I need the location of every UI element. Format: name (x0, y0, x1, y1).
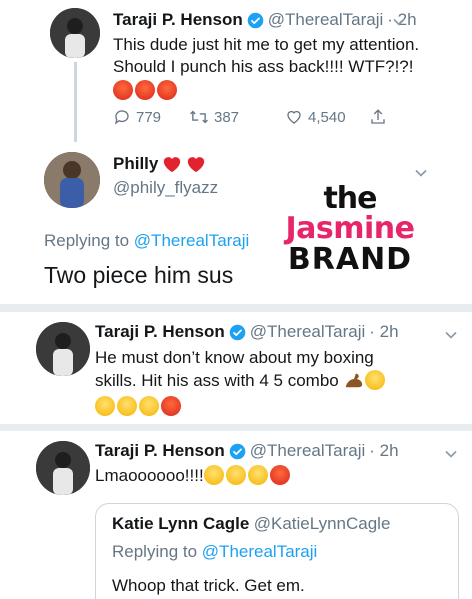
chevron-down-icon[interactable] (444, 447, 458, 461)
like-button[interactable]: 4,540 (285, 108, 369, 126)
reply-icon (114, 110, 129, 125)
tweet-text-line: skills. Hit his ass with 4 5 combo (95, 371, 339, 390)
retweet-count: 387 (214, 108, 240, 126)
chevron-down-icon[interactable] (444, 328, 458, 342)
quoted-author-handle: @KatieLynnCagle (253, 514, 391, 533)
watermark-logo: the Jasmine BRAND (270, 181, 430, 277)
verified-badge-icon (229, 443, 246, 459)
retweet-icon (190, 110, 208, 124)
laughing-tears-emoji (225, 465, 246, 485)
author-name[interactable]: Philly (113, 154, 158, 174)
red-heart-emoji (188, 157, 205, 173)
retweet-button[interactable]: 387 (189, 108, 285, 126)
flexed-biceps-emoji (346, 373, 363, 388)
chevron-down-icon[interactable] (414, 166, 428, 180)
avatar[interactable] (44, 152, 100, 208)
tweet-time[interactable]: · 2h (369, 441, 398, 461)
tweet-text-line: This dude just hit me to get my attentio… (113, 35, 420, 54)
tweet-text-line: Should I punch his ass back!!!! WTF?!?! (113, 57, 414, 76)
tweet-4[interactable]: Taraji P. Henson @TherealTaraji · 2h Lma… (0, 431, 472, 599)
verified-badge-icon (229, 324, 246, 340)
avatar[interactable] (50, 8, 100, 58)
quoted-tweet[interactable]: Katie Lynn Cagle @KatieLynnCagle Replyin… (95, 503, 459, 599)
reply-count: 779 (136, 108, 162, 126)
weary-face-emoji (365, 370, 386, 390)
author-handle[interactable]: @TherealTaraji (250, 322, 366, 342)
like-count: 4,540 (308, 108, 346, 126)
avatar[interactable] (36, 322, 90, 376)
replying-to-label: Replying to (112, 542, 198, 561)
angry-face-emoji (135, 80, 155, 100)
thread-line (74, 62, 77, 142)
author-handle[interactable]: @TherealTaraji (250, 441, 366, 461)
laughing-tears-emoji (247, 465, 268, 485)
author-handle[interactable]: @phily_flyazz (113, 178, 218, 198)
angry-face-emoji (161, 396, 181, 416)
tweet-text: Lmaoooooo!!!! (95, 466, 204, 485)
divider (0, 304, 472, 312)
avatar[interactable] (36, 441, 90, 495)
replying-to-mention[interactable]: @TherealTaraji (134, 231, 250, 250)
author-handle[interactable]: @TherealTaraji (268, 10, 384, 30)
author-name[interactable]: Taraji P. Henson (95, 441, 225, 461)
laughing-tears-emoji (139, 396, 159, 416)
red-heart-emoji (164, 157, 181, 173)
watermark-line: Jasmine (285, 211, 415, 246)
chevron-down-icon[interactable] (392, 15, 406, 29)
quoted-tweet-text: Whoop that trick. Get em. (112, 576, 305, 595)
tweet-text: Two piece him sus (44, 262, 234, 288)
share-button[interactable] (369, 108, 387, 126)
heart-icon (287, 110, 301, 124)
angry-face-emoji (157, 80, 177, 100)
angry-face-emoji (113, 80, 133, 100)
laughing-tears-emoji (95, 396, 115, 416)
divider (0, 424, 472, 431)
author-name[interactable]: Taraji P. Henson (113, 10, 243, 30)
laughing-tears-emoji (117, 396, 137, 416)
replying-to-mention[interactable]: @TherealTaraji (202, 542, 318, 561)
tweet-1[interactable]: Taraji P. Henson @TherealTaraji · 2h Thi… (0, 0, 472, 142)
verified-badge-icon (247, 12, 264, 28)
tweet-time[interactable]: · 2h (369, 322, 398, 342)
share-icon (371, 109, 385, 124)
laughing-tears-emoji (203, 465, 224, 485)
quoted-author-name: Katie Lynn Cagle (112, 514, 250, 533)
watermark-line: BRAND (287, 242, 413, 277)
tweet-3[interactable]: Taraji P. Henson @TherealTaraji · 2h He … (0, 312, 472, 424)
watermark-line: the (323, 181, 377, 216)
replying-to-label: Replying to (44, 231, 130, 250)
tweet-text-line: He must don’t know about my boxing (95, 348, 374, 367)
angry-face-emoji (269, 465, 290, 485)
reply-button[interactable]: 779 (113, 108, 189, 126)
author-name[interactable]: Taraji P. Henson (95, 322, 225, 342)
